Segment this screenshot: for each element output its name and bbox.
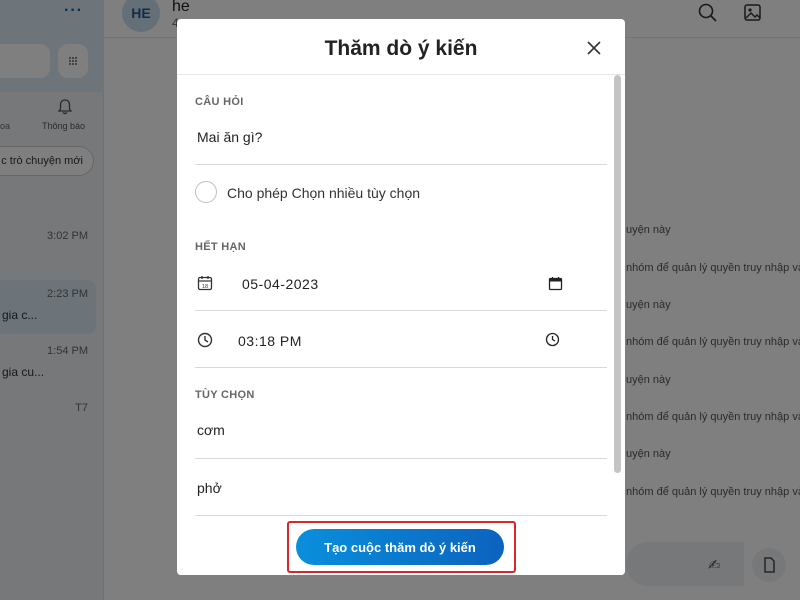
expiry-label: HẾT HẠN bbox=[195, 241, 246, 253]
option-value: phở bbox=[197, 480, 222, 496]
svg-text:18: 18 bbox=[202, 284, 208, 290]
option-value: cơm bbox=[197, 422, 225, 438]
option-input[interactable]: cơm bbox=[195, 412, 607, 459]
scrollbar[interactable] bbox=[614, 75, 621, 473]
options-label: TÙY CHỌN bbox=[195, 389, 255, 401]
calendar-icon: 18 bbox=[197, 276, 213, 291]
multi-choice-radio[interactable] bbox=[195, 181, 217, 203]
question-value: Mai ăn gì? bbox=[197, 129, 263, 145]
question-label: CÂU HỎI bbox=[195, 96, 244, 108]
close-icon[interactable] bbox=[583, 37, 605, 59]
poll-dialog: Thăm dò ý kiến CÂU HỎI Mai ăn gì? Cho ph… bbox=[177, 19, 625, 575]
dialog-title: Thăm dò ý kiến bbox=[324, 37, 478, 60]
date-picker-icon[interactable] bbox=[548, 276, 563, 291]
date-value[interactable]: 05-04-2023 bbox=[242, 276, 319, 292]
multi-choice-label[interactable]: Cho phép Chọn nhiều tùy chọn bbox=[227, 185, 420, 201]
clock-icon bbox=[197, 332, 213, 348]
time-value[interactable]: 03:18 PM bbox=[238, 333, 302, 349]
create-poll-button[interactable]: Tạo cuộc thăm dò ý kiến bbox=[296, 529, 504, 565]
option-input[interactable]: phở bbox=[195, 459, 607, 516]
time-picker-icon[interactable] bbox=[545, 332, 560, 347]
question-input[interactable]: Mai ăn gì? bbox=[195, 119, 607, 165]
